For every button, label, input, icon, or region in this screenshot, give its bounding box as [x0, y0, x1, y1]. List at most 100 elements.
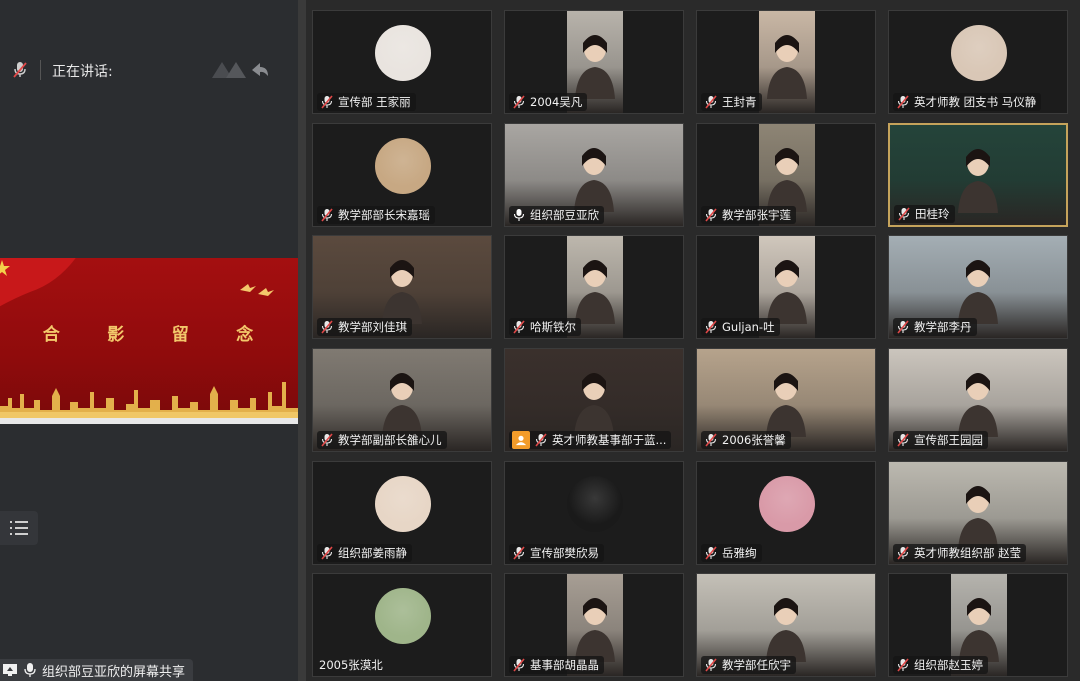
participant-name: 田桂玲: [915, 207, 950, 221]
participant-name: 组织部姜雨静: [338, 546, 407, 560]
participant-tile[interactable]: 宣传部 王家丽: [312, 10, 492, 114]
mic-muted-icon: [705, 320, 717, 334]
mic-muted-icon: [513, 546, 525, 560]
participant-name: 教学部刘佳琪: [338, 320, 407, 334]
person-silhouette: [574, 148, 614, 213]
participant-tile[interactable]: 组织部赵玉婷: [888, 573, 1068, 677]
participant-name-tag: 教学部副部长雒心儿: [317, 431, 447, 449]
person-silhouette: [958, 260, 998, 325]
participant-name-tag: 英才师教基事部于蓝...: [509, 431, 672, 449]
participant-tile[interactable]: 教学部刘佳琪: [312, 235, 492, 339]
participant-tile[interactable]: 基事部胡晶晶: [504, 573, 684, 677]
participant-tile[interactable]: 教学部部长宋嘉瑶: [312, 123, 492, 227]
participant-avatar: [567, 476, 623, 532]
participant-tile[interactable]: 教学部任欣宇: [696, 573, 876, 677]
participant-grid: 宣传部 王家丽 2004吴凡 王封青 英才师教 团支书 马仪静教学部部长宋嘉瑶 组织部豆…: [312, 10, 1072, 677]
banner-char: 合: [42, 325, 62, 345]
participant-tile[interactable]: 教学部李丹: [888, 235, 1068, 339]
share-status-text: 组织部豆亚欣的屏幕共享: [42, 664, 186, 680]
participant-name-tag: 组织部姜雨静: [317, 544, 412, 562]
participant-tile[interactable]: 英才师教基事部于蓝...: [504, 348, 684, 452]
participant-name: 王封青: [722, 95, 757, 109]
participant-name-tag: 岳雅绚: [701, 544, 762, 562]
person-silhouette: [766, 373, 806, 438]
participant-tile[interactable]: 英才师教组织部 赵莹: [888, 461, 1068, 565]
participant-name-tag: 王封青: [701, 93, 762, 111]
participant-tile[interactable]: 2004吴凡: [504, 10, 684, 114]
participant-name: Guljan-吐: [722, 320, 775, 334]
participant-tile[interactable]: 2006张誉馨: [696, 348, 876, 452]
mic-muted-icon: [705, 95, 717, 109]
mic-muted-icon: [705, 546, 717, 560]
participant-avatar: [759, 476, 815, 532]
participant-name: 2005张漠北: [319, 658, 383, 672]
participant-tile[interactable]: Guljan-吐: [696, 235, 876, 339]
share-taskbar: [0, 418, 298, 424]
participant-tile[interactable]: 王封青: [696, 10, 876, 114]
person-silhouette: [575, 598, 615, 663]
layout-controls-icon[interactable]: [208, 58, 272, 82]
participant-name-tag: 基事部胡晶晶: [509, 656, 604, 674]
speaking-bar: 正在讲话:: [0, 52, 298, 88]
participant-name: 岳雅绚: [722, 546, 757, 560]
mic-muted-icon: [535, 433, 547, 447]
participant-tile[interactable]: 组织部豆亚欣: [504, 123, 684, 227]
participant-name: 组织部豆亚欣: [530, 208, 599, 222]
person-silhouette: [959, 598, 999, 663]
participant-tile[interactable]: 教学部副部长雒心儿: [312, 348, 492, 452]
person-silhouette: [575, 35, 615, 100]
mic-muted-icon: [898, 207, 910, 221]
participant-avatar: [951, 25, 1007, 81]
screen-share-status[interactable]: 组织部豆亚欣的屏幕共享: [0, 659, 194, 681]
mic-muted-icon: [321, 95, 333, 109]
participant-tile[interactable]: 岳雅绚: [696, 461, 876, 565]
participant-tile[interactable]: 教学部张宇莲: [696, 123, 876, 227]
participant-name: 2004吴凡: [530, 95, 583, 109]
mic-muted-icon: [705, 208, 717, 222]
screen-share-preview[interactable]: 合 影 留 念: [0, 258, 298, 424]
person-silhouette: [958, 373, 998, 438]
person-silhouette: [382, 260, 422, 325]
person-silhouette: [382, 373, 422, 438]
participant-tile[interactable]: 田桂玲: [888, 123, 1068, 227]
participant-avatar: [375, 25, 431, 81]
participant-name-tag: 教学部部长宋嘉瑶: [317, 206, 435, 224]
mic-muted-icon: [897, 95, 909, 109]
participant-name-tag: 哈斯铁尔: [509, 318, 581, 336]
meeting-window: 正在讲话: 合 影 留 念 组织部豆亚欣的屏幕共享 宣传部 王家丽 2004吴凡…: [0, 0, 1080, 681]
participant-name: 宣传部 王家丽: [338, 95, 411, 109]
participant-list-button[interactable]: [0, 511, 38, 545]
list-icon: [10, 521, 28, 535]
participant-name-tag: 2004吴凡: [509, 93, 588, 111]
screen-share-icon: [3, 664, 17, 676]
left-panel: 正在讲话: 合 影 留 念 组织部豆亚欣的屏幕共享: [0, 0, 298, 681]
participant-avatar: [375, 588, 431, 644]
banner-char: 念: [236, 325, 256, 345]
person-silhouette: [767, 148, 807, 213]
participant-tile[interactable]: 英才师教 团支书 马仪静: [888, 10, 1068, 114]
participant-name: 教学部任欣宇: [722, 658, 791, 672]
participant-name: 哈斯铁尔: [530, 320, 576, 334]
participant-tile[interactable]: 宣传部樊欣易: [504, 461, 684, 565]
participant-tile[interactable]: 宣传部王园园: [888, 348, 1068, 452]
participant-video: [759, 11, 815, 113]
participant-name: 英才师教基事部于蓝...: [552, 433, 667, 447]
panel-divider[interactable]: [298, 0, 306, 681]
mic-muted-icon: [705, 658, 717, 672]
participant-name: 教学部副部长雒心儿: [338, 433, 442, 447]
participant-name-tag: 教学部张宇莲: [701, 206, 796, 224]
participant-tile[interactable]: 组织部姜雨静: [312, 461, 492, 565]
mic-muted-icon: [321, 208, 333, 222]
person-silhouette: [575, 260, 615, 325]
separator: [40, 60, 41, 80]
participant-name-tag: 英才师教 团支书 马仪静: [893, 93, 1042, 111]
participant-name-tag: 2005张漠北: [317, 656, 388, 674]
person-silhouette: [958, 149, 998, 213]
participant-tile[interactable]: 2005张漠北: [312, 573, 492, 677]
participant-name-tag: 田桂玲: [894, 205, 955, 223]
participant-tile[interactable]: 哈斯铁尔: [504, 235, 684, 339]
mic-muted-icon: [513, 658, 525, 672]
participant-name: 宣传部樊欣易: [530, 546, 599, 560]
mic-muted-icon[interactable]: [12, 61, 28, 79]
participant-name-tag: 宣传部王园园: [893, 431, 988, 449]
